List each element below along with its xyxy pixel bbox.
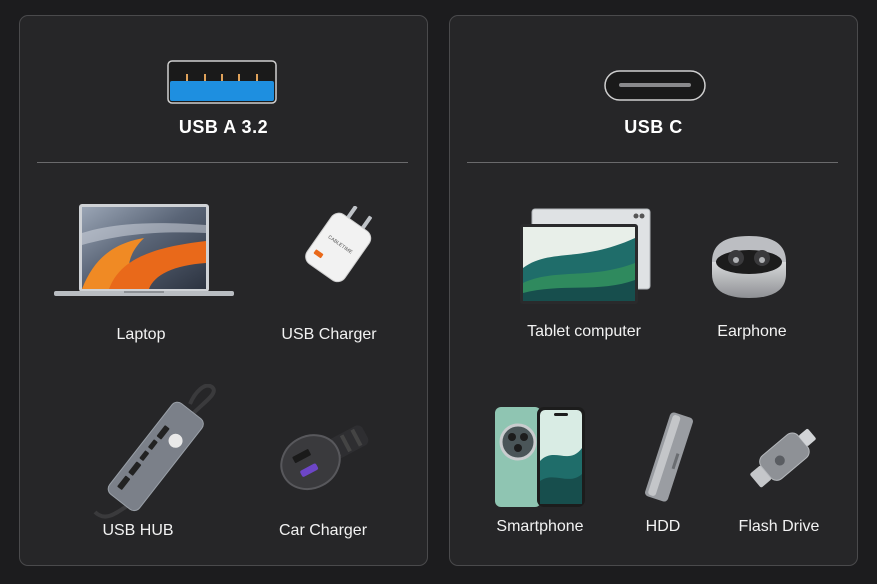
usb-charger-icon: CABLETIME	[305, 206, 373, 283]
device-label-tablet: Tablet computer	[527, 323, 641, 340]
usb-a-divider	[37, 162, 408, 163]
laptop-icon	[54, 204, 234, 296]
device-label-usb-hub: USB HUB	[102, 522, 174, 539]
usb-a-title: USB A 3.2	[178, 117, 269, 137]
device-label-usb-charger: USB Charger	[281, 326, 377, 343]
device-label-earphone: Earphone	[717, 323, 787, 340]
car-charger-icon	[280, 425, 369, 491]
hdd-icon	[645, 412, 693, 502]
device-label-flash-drive: Flash Drive	[738, 518, 820, 535]
tablet-icon	[520, 208, 651, 304]
usb-hub-icon	[93, 384, 216, 519]
smartphone-icon	[495, 407, 585, 507]
device-label-smartphone: Smartphone	[496, 518, 584, 535]
usb-c-panel: USB C Tablet computer Earphone Smartphon…	[449, 15, 858, 566]
device-label-hdd: HDD	[645, 518, 681, 535]
device-label-car-charger: Car Charger	[278, 522, 368, 539]
usb-c-title: USB C	[624, 117, 683, 137]
usb-c-port-icon	[604, 70, 706, 101]
flash-drive-icon	[750, 428, 816, 488]
usb-c-divider	[467, 162, 838, 163]
earphone-icon	[712, 236, 786, 298]
device-label-laptop: Laptop	[116, 326, 166, 343]
usb-a-panel: USB A 3.2 Laptop CABLETIME USB Charger U…	[19, 15, 428, 566]
usb-a-port-icon	[167, 60, 277, 104]
